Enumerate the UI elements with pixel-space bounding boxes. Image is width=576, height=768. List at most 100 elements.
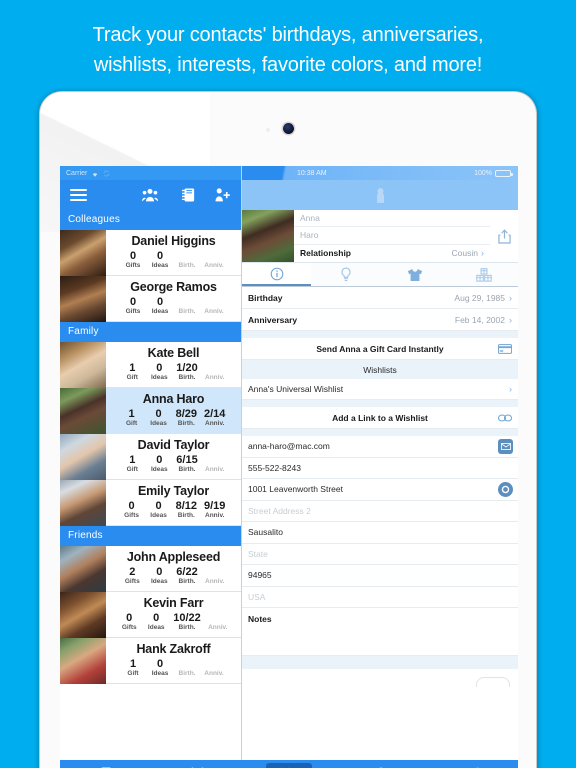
phone-field-row[interactable]: 555-522-8243 [242, 457, 518, 479]
contact-name: John Appleseed [126, 550, 221, 564]
tab-calendar[interactable] [152, 760, 244, 768]
chevron-right-icon: › [509, 314, 512, 325]
stat-birthday: Birth. [177, 670, 197, 678]
stat-anniversary: Anniv. [205, 374, 225, 382]
relationship-label: Relationship [300, 248, 352, 259]
stat-ideas: 0 Ideas [150, 297, 170, 316]
state-row[interactable]: State [242, 543, 518, 565]
envelope-icon[interactable] [498, 439, 513, 454]
contact-row-hank-zakroff[interactable]: Hank Zakroff 1 Gift 0 Ideas Birth. Anniv… [60, 638, 241, 684]
street-address-2-row[interactable]: Street Address 2 [242, 500, 518, 522]
contact-row-david-taylor[interactable]: David Taylor 1 Gift 0 Ideas 6/15 Birth. … [60, 434, 241, 480]
street-address-value: 1001 Leavenworth Street [248, 484, 343, 495]
notes-textarea[interactable] [242, 629, 518, 656]
sizes-tab[interactable] [380, 263, 449, 286]
birthday-label: Birthday [248, 292, 283, 303]
toggle-switch-outline[interactable] [476, 676, 510, 687]
bottom-tab-bar [60, 760, 518, 768]
ideas-tab[interactable] [311, 263, 380, 286]
birthday-row[interactable]: Birthday Aug 29, 1985 › [242, 287, 518, 309]
birthday-label: Birth. [178, 670, 196, 677]
avatar [60, 342, 106, 388]
notebook-icon[interactable] [182, 188, 195, 202]
contact-row-kate-bell[interactable]: Kate Bell 1 Gift 0 Ideas 1/20 Birth. Ann… [60, 342, 241, 388]
wishlist-row[interactable]: Anna's Universal Wishlist › [242, 379, 518, 400]
city-row[interactable]: Sausalito [242, 522, 518, 544]
contact-row-daniel-higgins[interactable]: Daniel Higgins 0 Gifts 0 Ideas Birth. An… [60, 230, 241, 276]
street-address-row[interactable]: 1001 Leavenworth Street [242, 479, 518, 501]
contact-summary: John Appleseed 2 Gifts 0 Ideas 6/22 Birt… [106, 546, 241, 591]
contact-row-emily-taylor[interactable]: Emily Taylor 0 Gifts 0 Ideas 8/12 Birth.… [60, 480, 241, 526]
contact-summary: David Taylor 1 Gift 0 Ideas 6/15 Birth. … [106, 434, 241, 479]
split-view: Carrier Colleagues Daniel Higgins 0 Gift… [60, 166, 518, 760]
bottom-gap [242, 655, 518, 669]
contact-row-kevin-farr[interactable]: Kevin Farr 0 Gifts 0 Ideas 10/22 Birth. … [60, 592, 241, 638]
city-value: Sausalito [248, 527, 283, 538]
birthday-label: Birth. [178, 374, 196, 381]
tshirt-icon [407, 268, 423, 282]
tab-add-gift[interactable] [243, 760, 335, 768]
contact-stats: 0 Gifts 0 Ideas 8/12 Birth. 9/19 Anniv. [122, 500, 226, 520]
anniversary-row[interactable]: Anniversary Feb 14, 2002 › [242, 309, 518, 331]
people-group-icon[interactable] [142, 188, 158, 202]
street-address-2-placeholder: Street Address 2 [248, 505, 311, 516]
ideas-count: 0 [156, 296, 164, 308]
gift-stack-icon [475, 267, 492, 282]
last-name-field[interactable]: Haro [294, 227, 490, 245]
info-tab[interactable] [242, 263, 311, 286]
add-wishlist-label: Add a Link to a Wishlist [332, 412, 428, 423]
birthday-value: 1/20 [176, 362, 198, 374]
stat-ideas: 0 Ideas [150, 251, 170, 270]
stat-anniversary: Anniv. [205, 578, 225, 586]
stat-gifts: 2 Gifts [122, 567, 142, 586]
stat-birthday: 10/22 Birth. [173, 613, 201, 632]
ipad-device-frame: Carrier Colleagues Daniel Higgins 0 Gift… [40, 92, 536, 768]
location-icon[interactable] [498, 482, 513, 497]
anniversary-value: 9/19 [204, 500, 226, 512]
stat-anniversary: Anniv. [204, 262, 224, 270]
stat-ideas: 0 Ideas [149, 363, 169, 382]
tab-gifts[interactable] [60, 760, 152, 768]
email-field-row[interactable]: anna-haro@mac.com [242, 436, 518, 458]
contact-row-anna-haro[interactable]: Anna Haro 1 Gift 0 Ideas 8/29 Birth. 2/1… [60, 388, 241, 434]
tab-settings[interactable] [426, 760, 518, 768]
person-silhouette-icon[interactable] [375, 187, 386, 203]
contact-row-john-appleseed[interactable]: John Appleseed 2 Gifts 0 Ideas 6/22 Birt… [60, 546, 241, 592]
detail-content[interactable]: Anna Haro Relationship Cousin › Birthday… [242, 210, 518, 760]
stat-birthday: 8/12 Birth. [176, 501, 197, 520]
gifts-count: 0 [126, 612, 133, 624]
phone-value: 555-522-8243 [248, 462, 301, 473]
add-wishlist-link-button[interactable]: Add a Link to a Wishlist [242, 407, 518, 429]
birthday-label: Birth. [178, 578, 196, 585]
email-value: anna-haro@mac.com [248, 441, 330, 452]
stat-ideas: 0 Ideas [149, 567, 169, 586]
contacts-list[interactable]: Colleagues Daniel Higgins 0 Gifts 0 Idea… [60, 210, 241, 760]
gifts-label: Gift [125, 420, 138, 427]
share-button[interactable] [490, 210, 518, 262]
contact-name: David Taylor [137, 438, 210, 452]
section-gap [242, 400, 518, 407]
send-gift-card-button[interactable]: Send Anna a Gift Card Instantly [242, 338, 518, 360]
contact-header-card: Anna Haro Relationship Cousin › [242, 210, 518, 263]
first-name-field[interactable]: Anna [294, 210, 490, 228]
birthday-value: 8/29 [175, 408, 197, 420]
zip-row[interactable]: 94965 [242, 565, 518, 587]
birthday-label: Birth. [177, 420, 195, 427]
add-person-icon[interactable] [215, 188, 231, 202]
hamburger-menu-icon[interactable] [70, 186, 87, 204]
stat-gifts: 0 Gifts [119, 613, 139, 632]
gifts-label: Gift [126, 374, 138, 381]
tab-people[interactable] [335, 760, 427, 768]
avatar [60, 388, 106, 434]
contact-photo[interactable] [242, 210, 294, 262]
relationship-row[interactable]: Relationship Cousin › [294, 245, 490, 262]
country-row[interactable]: USA [242, 586, 518, 608]
avatar [60, 638, 106, 684]
stat-gifts: 1 Gift [123, 659, 143, 678]
contact-name: Anna Haro [142, 392, 205, 406]
state-placeholder: State [248, 548, 268, 559]
contact-summary: Kevin Farr 0 Gifts 0 Ideas 10/22 Birth. … [106, 592, 241, 637]
gifts-tab[interactable] [449, 263, 518, 286]
stat-birthday: 8/29 Birth. [176, 409, 197, 428]
contact-row-george-ramos[interactable]: George Ramos 0 Gifts 0 Ideas Birth. Anni… [60, 276, 241, 322]
